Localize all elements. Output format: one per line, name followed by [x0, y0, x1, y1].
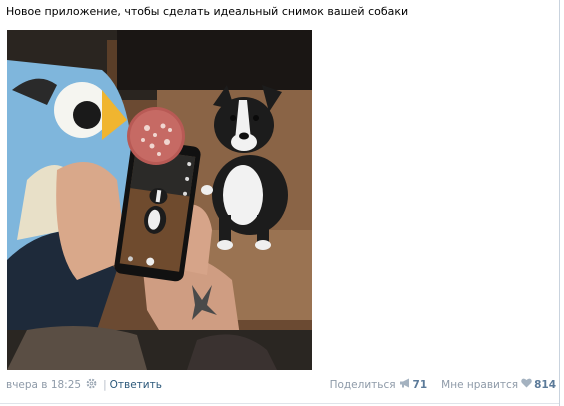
like-count: 814: [534, 378, 556, 391]
post-text: Новое приложение, чтобы сделать идеальны…: [6, 5, 409, 18]
gear-icon[interactable]: [86, 378, 97, 392]
share-count: 71: [412, 378, 428, 391]
column-border: [559, 0, 560, 406]
separator: |: [103, 379, 107, 391]
post-divider: [0, 403, 560, 404]
post-meta: вчера в 18:25 | Ответить: [6, 378, 162, 392]
post-actions: Поделиться 71 Мне нравится 814: [330, 378, 556, 391]
post-timestamp[interactable]: вчера в 18:25: [6, 379, 81, 391]
reply-button[interactable]: Ответить: [110, 379, 162, 391]
post-photo[interactable]: [7, 30, 312, 370]
heart-icon[interactable]: [521, 378, 532, 391]
like-button[interactable]: Мне нравится: [441, 379, 518, 391]
wall-post: Новое приложение, чтобы сделать идеальны…: [0, 0, 564, 406]
post-footer: вчера в 18:25 | Ответить Поделиться 71 М…: [6, 378, 556, 392]
megaphone-icon[interactable]: [399, 378, 411, 391]
share-button[interactable]: Поделиться: [330, 379, 396, 391]
